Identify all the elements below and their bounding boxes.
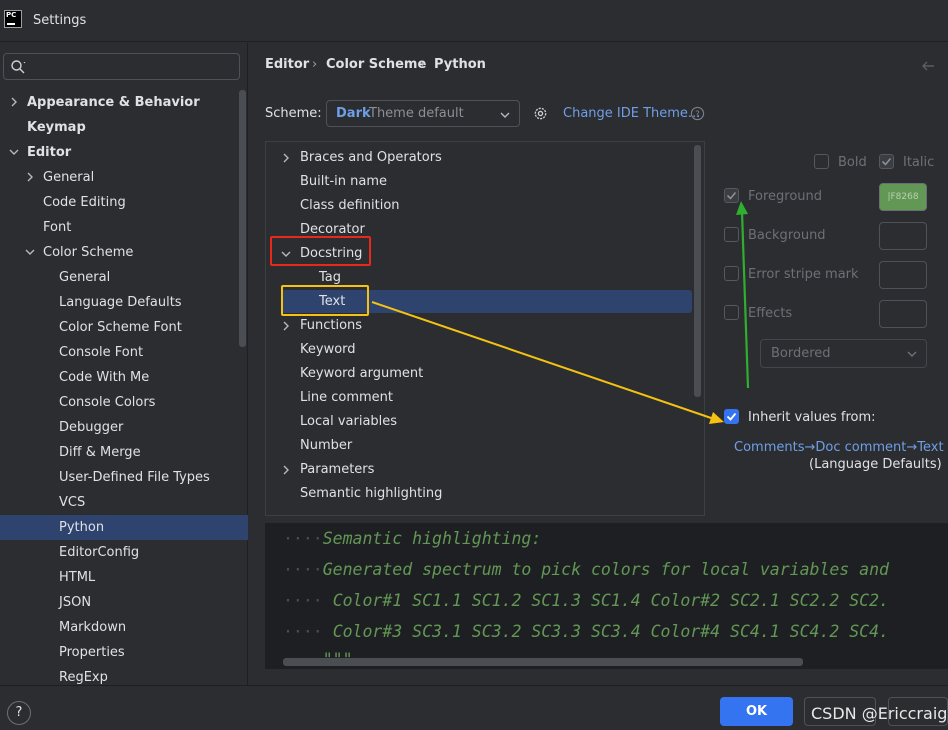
green-arrowhead-icon <box>736 201 748 215</box>
annotation-arrows <box>371 201 750 424</box>
help-button[interactable]: ? <box>7 701 31 725</box>
ok-button[interactable]: OK <box>720 697 793 726</box>
watermark-text: CSDN @Ericcraig <box>811 704 948 723</box>
yellow-arrowhead-icon <box>709 412 724 424</box>
